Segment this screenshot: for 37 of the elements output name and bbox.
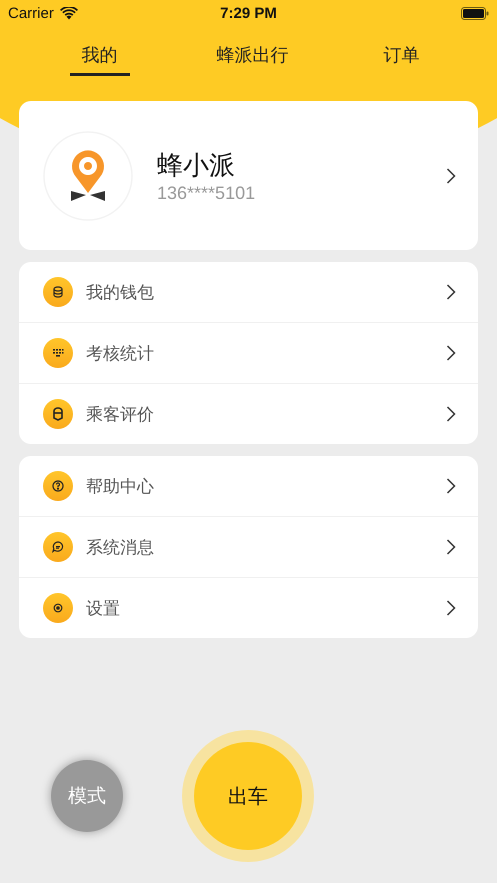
- tab[interactable]: 蜂派出行: [208, 36, 296, 76]
- menu-item[interactable]: 乘客评价: [19, 383, 478, 444]
- wifi-icon: [60, 6, 78, 20]
- menu-label: 设置: [86, 598, 121, 620]
- tab[interactable]: 订单: [376, 36, 428, 76]
- menu-label: 考核统计: [86, 342, 155, 364]
- menu-item[interactable]: 我的钱包: [19, 262, 478, 322]
- chevron-icon: [446, 345, 456, 361]
- battery-icon: [460, 6, 489, 20]
- chevron-icon: [446, 168, 456, 184]
- menu-label: 乘客评价: [86, 404, 155, 426]
- menu-item[interactable]: 帮助中心: [19, 456, 478, 516]
- phone-number: 136****5101: [157, 182, 256, 204]
- chevron-icon: [446, 406, 456, 422]
- menu-label: 帮助中心: [86, 476, 155, 498]
- menu-label: 系统消息: [86, 536, 155, 558]
- avatar-pin-icon: [43, 130, 133, 220]
- help-icon: [43, 471, 73, 501]
- wallet-icon: [43, 277, 73, 307]
- settings-icon: [43, 593, 73, 623]
- carrier-text: Carrier: [8, 4, 54, 22]
- chevron-icon: [446, 284, 456, 300]
- chevron-icon: [446, 539, 456, 555]
- status-time: 7:29 PM: [220, 4, 277, 22]
- chevron-icon: [446, 478, 456, 494]
- menu-item[interactable]: 设置: [19, 577, 478, 638]
- message-icon: [43, 532, 73, 562]
- rating-icon: [43, 399, 73, 429]
- chevron-icon: [446, 600, 456, 616]
- menu-item[interactable]: 系统消息: [19, 516, 478, 577]
- tab[interactable]: 我的: [70, 36, 130, 76]
- menu-item[interactable]: 考核统计: [19, 322, 478, 383]
- menu-label: 我的钱包: [86, 282, 155, 304]
- stats-icon: [43, 338, 73, 368]
- user-name: 蜂小派: [157, 150, 236, 182]
- depart-button[interactable]: 出车: [194, 742, 302, 850]
- profile-card[interactable]: 蜂小派 136****5101: [19, 101, 478, 250]
